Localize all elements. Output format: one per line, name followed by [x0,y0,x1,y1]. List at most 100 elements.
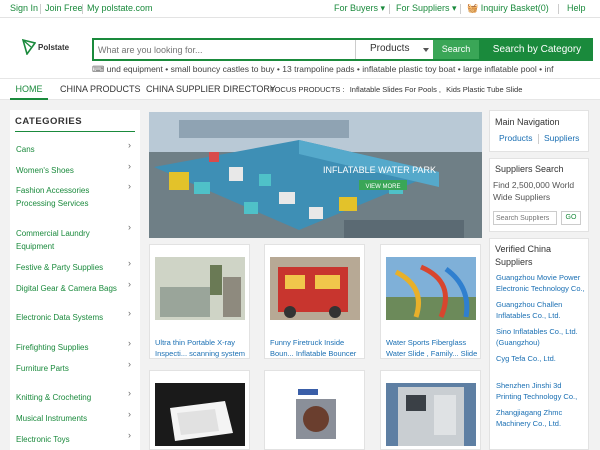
verified-supplier-link[interactable]: Sino Inflatables Co., Ltd. (Guangzhou) [496,326,588,348]
tab-china-products[interactable]: CHINA PRODUCTS [60,84,141,94]
suppliers-count-text: Find 2,500,000 World Wide Suppliers [493,180,575,202]
sign-in-link[interactable]: Sign In [10,3,38,13]
focus-product-link[interactable]: Inflatable Slides For Pools [350,85,437,94]
search-by-category-button[interactable]: Search by Category [481,38,593,61]
suppliers-search-box: Suppliers Search Find 2,500,000 World Wi… [489,158,589,232]
divider [558,4,559,14]
for-buyers-menu[interactable]: For Buyers ▾ [334,3,385,14]
focus-product-link[interactable]: Kids Plastic Tube Slide [446,85,522,94]
product-photo [270,383,360,446]
category-item[interactable]: Cans [16,143,126,156]
product-caption[interactable]: Ultra thin Portable X-ray Inspecti... sc… [155,338,247,360]
chevron-right-icon: › [128,409,131,419]
supplier-search-go-button[interactable]: GO [561,211,581,225]
category-item[interactable]: Firefighting Supplies [16,341,126,354]
chevron-right-icon: › [128,140,131,150]
product-caption[interactable]: Water Sports Fiberglass Water Slide , Fa… [386,338,478,360]
caret-down-icon [423,48,429,52]
chevron-right-icon: › [128,430,131,440]
my-account-link[interactable]: My polstate.com [87,3,153,13]
category-item[interactable]: Knitting & Crocheting [16,391,126,404]
chevron-right-icon: › [128,338,131,348]
banner-headline: INFLATABLE WATER PARK [323,165,436,175]
hot-search-link[interactable]: inflatable plastic toy boat [362,64,455,74]
search-button[interactable]: Search [433,40,479,59]
verified-supplier-link[interactable]: Guangzhou Movie Power Electronic Technol… [496,272,588,294]
hot-search-link[interactable]: 13 trampoline pads [282,64,354,74]
for-suppliers-label: For Suppliers [396,3,450,13]
product-image [386,383,476,446]
chevron-right-icon: › [128,181,131,191]
chevron-right-icon: › [128,161,131,171]
category-item[interactable]: Women's Shoes [16,164,126,177]
product-image [155,257,245,320]
chevron-right-icon: › [128,308,131,318]
chevron-right-icon: › [128,279,131,289]
water-park-image: INFLATABLE WATER PARK VIEW MORE [149,112,482,238]
verified-supplier-link[interactable]: Guangzhou Challen Inflatables Co., Ltd. [496,299,588,321]
product-card[interactable]: Water Sports Fiberglass Water Slide , Fa… [380,244,481,359]
categories-title: CATEGORIES [15,116,83,127]
promo-banner[interactable]: INFLATABLE WATER PARK VIEW MORE [149,112,482,238]
category-item[interactable]: Fashion Accessories Processing Services [16,184,96,210]
category-item[interactable]: Electronic Data Systems [16,311,126,324]
divider [15,131,135,132]
chevron-right-icon: › [128,258,131,268]
search-input[interactable] [98,42,353,57]
caret-down-icon: ▾ [380,3,386,13]
divider [538,134,539,144]
verified-supplier-link[interactable]: Shenzhen Jinshi 3d Printing Technology C… [496,380,588,402]
product-card[interactable] [264,370,365,450]
verified-supplier-link[interactable]: Cyg Tefa Co., Ltd. [496,353,588,364]
product-card[interactable]: Ultra thin Portable X-ray Inspecti... sc… [149,244,250,359]
main-nav: HOME CHINA PRODUCTS CHINA SUPPLIER DIREC… [0,78,600,100]
supplier-search-input[interactable] [493,211,557,225]
top-bar: Sign In Join Free My polstate.com For Bu… [0,0,600,18]
product-image [270,257,360,320]
help-link[interactable]: Help [567,3,586,13]
tab-home[interactable]: HOME [10,79,48,100]
product-photo [155,383,245,446]
product-photo [386,383,476,446]
logo-mark-icon [22,39,36,55]
hot-searches: ⌨ und equipment • small bouncy castles t… [92,64,554,74]
hot-search-link[interactable]: und equipment [107,64,163,74]
category-item[interactable]: Electronic Toys [16,433,126,446]
hot-search-link[interactable]: small bouncy castles to buy [171,64,275,74]
nav-products-link[interactable]: Products [499,133,533,143]
hot-search-link[interactable]: large inflatable pool [463,64,537,74]
product-photo [386,257,476,320]
header: Polstate Products Search Search by Categ… [0,18,600,78]
tab-supplier-directory[interactable]: CHINA SUPPLIER DIRECTORY [146,84,276,94]
verified-supplier-link[interactable]: Zhangjiagang Zhmc Machinery Co., Ltd. [496,407,588,429]
category-item[interactable]: Commercial Laundry Equipment [16,227,101,253]
inquiry-basket-link[interactable]: 🧺 Inquiry Basket(0) [467,3,549,14]
caret-down-icon: ▾ [452,3,457,13]
category-item[interactable]: Festive & Party Supplies [16,261,126,274]
category-item[interactable]: Musical Instruments [16,412,126,425]
chevron-right-icon: › [128,359,131,369]
chevron-right-icon: › [128,388,131,398]
nav-suppliers-link[interactable]: Suppliers [544,133,579,143]
search-category-select[interactable]: Products [355,40,433,59]
focus-products: FOCUS PRODUCTS : Inflatable Slides For P… [270,85,523,94]
for-suppliers-menu[interactable]: For Suppliers ▾ [396,3,457,14]
verified-suppliers-title: Verified China Suppliers [495,244,552,267]
product-image [155,383,245,446]
hot-search-link[interactable]: inf [545,64,554,74]
for-buyers-label: For Buyers [334,3,379,13]
category-item[interactable]: Furniture Parts [16,362,126,375]
product-image [386,257,476,320]
focus-label: FOCUS PRODUCTS : [270,85,345,94]
product-card[interactable]: Funny Firetruck Inside Boun... Inflatabl… [264,244,365,359]
search-category-value: Products [370,43,410,54]
logo[interactable]: Polstate [22,39,82,61]
join-free-link[interactable]: Join Free [45,3,83,13]
view-more-button[interactable]: VIEW MORE [365,184,400,190]
category-item[interactable]: Digital Gear & Camera Bags [16,282,126,295]
product-caption[interactable]: Funny Firetruck Inside Boun... Inflatabl… [270,338,362,360]
product-card[interactable] [149,370,250,450]
logo-text: Polstate [38,43,70,52]
divider [389,4,390,14]
product-card[interactable] [380,370,481,450]
